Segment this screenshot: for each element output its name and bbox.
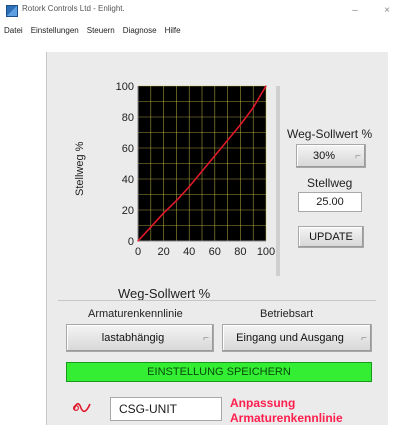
adjust-characteristic-text: Anpassung Armaturenkennlinie <box>230 396 343 426</box>
setpoint-label: Weg-Sollwert % <box>287 127 373 141</box>
stellweg-label: Stellweg <box>307 176 353 190</box>
characteristic-dropdown[interactable]: lastabhängig ⌐ <box>66 324 214 352</box>
mode-dropdown[interactable]: Eingang und Ausgang ⌐ <box>222 324 372 352</box>
menu-steuern[interactable]: Steuern <box>87 26 115 35</box>
mode-label: Betriebsart <box>260 308 314 320</box>
window-title: Rotork Controls Ltd - Enlight. <box>22 4 125 13</box>
wave-icon <box>72 402 91 413</box>
minimize-button[interactable]: – <box>340 2 370 20</box>
stellweg-value: 25.00 <box>298 192 362 212</box>
chevron-down-icon: ⌐ <box>361 332 367 344</box>
divider <box>58 300 376 301</box>
chevron-down-icon: ⌐ <box>203 332 209 344</box>
characteristic-value: lastabhängig <box>101 332 165 344</box>
setpoint-dropdown[interactable]: 30% ⌐ <box>296 144 366 168</box>
save-settings-button[interactable]: EINSTELLUNG SPEICHERN <box>66 362 372 382</box>
menu-bar: Datei Einstellungen Steuern Diagnose Hil… <box>0 22 406 38</box>
mode-value: Eingang und Ausgang <box>236 332 344 344</box>
y-axis-label: Stellweg % <box>74 141 86 196</box>
chevron-down-icon: ⌐ <box>355 150 361 162</box>
menu-hilfe[interactable]: Hilfe <box>165 26 181 35</box>
app-icon <box>6 5 18 17</box>
x-axis-label: Weg-Sollwert % <box>118 286 211 301</box>
setpoint-value: 30% <box>312 150 336 162</box>
adjust-line-1: Anpassung <box>230 396 296 410</box>
unit-field[interactable]: CSG-UNIT <box>110 397 222 421</box>
adjust-line-2: Armaturenkennlinie <box>230 411 343 425</box>
menu-einstellungen[interactable]: Einstellungen <box>31 26 79 35</box>
characteristic-label: Armaturenkennlinie <box>88 308 183 320</box>
menu-datei[interactable]: Datei <box>4 26 23 35</box>
title-bar: Rotork Controls Ltd - Enlight. – × <box>0 0 406 22</box>
update-label: UPDATE <box>309 231 353 243</box>
update-button[interactable]: UPDATE <box>298 226 364 248</box>
close-button[interactable]: × <box>372 2 402 20</box>
menu-diagnose[interactable]: Diagnose <box>123 26 157 35</box>
chart-divider <box>276 86 280 276</box>
